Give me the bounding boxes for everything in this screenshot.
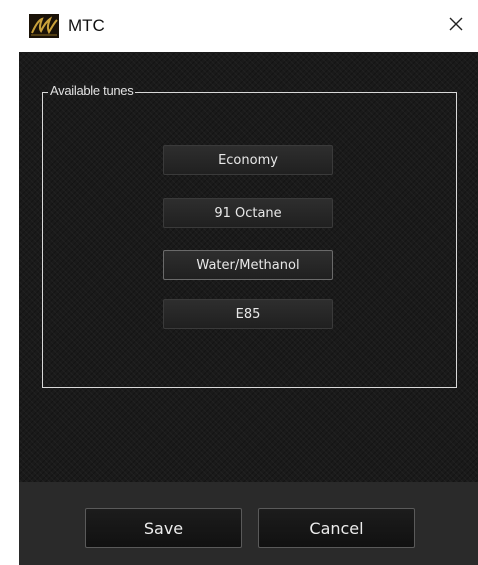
mtc-logo-icon [29, 14, 59, 38]
tune-button-economy[interactable]: Economy [163, 145, 333, 175]
tune-button-91-octane[interactable]: 91 Octane [163, 198, 333, 228]
mtc-window: MTC Available tunes Economy 91 Octane Wa… [0, 0, 478, 565]
group-label: Available tunes [48, 83, 136, 98]
cancel-button[interactable]: Cancel [258, 508, 415, 548]
close-button[interactable] [440, 11, 472, 41]
available-tunes-group: Available tunes Economy 91 Octane Water/… [42, 83, 457, 388]
close-icon [448, 16, 464, 37]
tune-button-e85[interactable]: E85 [163, 299, 333, 329]
dialog-content: Available tunes Economy 91 Octane Water/… [19, 52, 478, 565]
title-bar: MTC [0, 0, 478, 52]
window-title: MTC [68, 16, 105, 35]
tune-button-water-methanol[interactable]: Water/Methanol [163, 250, 333, 280]
dialog-footer: Save Cancel [19, 482, 478, 565]
save-button[interactable]: Save [85, 508, 242, 548]
